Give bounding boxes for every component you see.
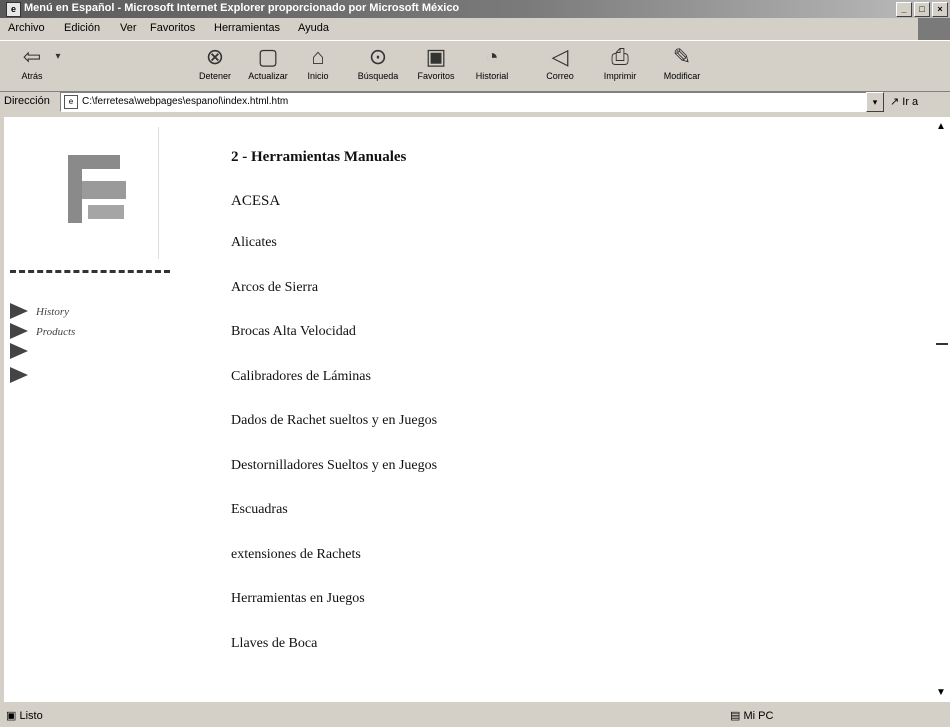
chevron-down-icon: ▾ — [55, 51, 61, 62]
category-link[interactable]: Destornilladores Sueltos y en Juegos — [231, 458, 437, 474]
mail-icon: ◁ — [551, 44, 569, 69]
category-link[interactable]: Llaves de Boca — [231, 636, 317, 652]
go-button[interactable]: ↗ Ir a — [890, 95, 918, 108]
ie-icon: e — [6, 2, 21, 17]
triangle-arrow-icon — [10, 303, 28, 319]
category-link[interactable]: Dados de Rachet sueltos y en Juegos — [231, 413, 437, 429]
home-button[interactable]: ⌂ Inicio — [288, 43, 348, 81]
address-value: C:\ferretesa\webpages\espanol\index.html… — [82, 96, 289, 107]
security-zone: ▤ Mi PC — [730, 710, 774, 722]
search-icon: ⊙ — [368, 44, 388, 69]
favorites-button[interactable]: ▣ Favoritos — [406, 43, 466, 81]
maximize-button[interactable]: □ — [914, 2, 930, 17]
print-button[interactable]: ⎙ Imprimir — [590, 43, 650, 81]
category-link[interactable]: Calibradores de Láminas — [231, 369, 371, 385]
window-title: Menú en Español - Microsoft Internet Exp… — [24, 2, 460, 14]
menu-bar: Archivo Edición Ver Favoritos Herramient… — [0, 18, 950, 40]
status-text: ▣ Listo — [6, 710, 43, 722]
print-icon: ⎙ — [611, 44, 629, 69]
menu-herramientas[interactable]: Herramientas — [214, 22, 280, 34]
search-button[interactable]: ⊙ Búsqueda — [348, 43, 408, 81]
nav-item-3[interactable] — [10, 343, 170, 363]
triangle-arrow-icon — [10, 367, 28, 383]
nav-item-products[interactable]: Products — [10, 323, 170, 343]
address-dropdown-button[interactable]: ▾ — [866, 92, 884, 112]
stop-icon: ⊗ — [205, 44, 225, 69]
category-link[interactable]: Herramientas en Juegos — [231, 591, 365, 607]
triangle-arrow-icon — [10, 323, 28, 339]
close-button[interactable]: × — [932, 2, 948, 17]
go-arrow-icon: ↗ — [890, 96, 900, 108]
menu-archivo[interactable]: Archivo — [8, 22, 45, 34]
triangle-arrow-icon — [10, 343, 28, 359]
menu-favoritos[interactable]: Favoritos — [150, 22, 195, 34]
title-bar[interactable]: e Menú en Español - Microsoft Internet E… — [0, 0, 950, 18]
category-link[interactable]: Brocas Alta Velocidad — [231, 324, 356, 340]
history-button[interactable]: ◔ Historial — [462, 43, 522, 81]
windows-logo-icon — [918, 18, 950, 40]
menu-ver[interactable]: Ver — [120, 22, 137, 34]
toolbar: ⇦ Atrás ▾ ⊗ Detener ▢ Actualizar ⌂ Inici… — [0, 40, 950, 92]
scroll-up-icon[interactable]: ▲ — [936, 121, 946, 132]
address-input[interactable]: e C:\ferretesa\webpages\espanol\index.htm… — [60, 92, 868, 112]
stop-button[interactable]: ⊗ Detener — [185, 43, 245, 81]
nav-item-4[interactable] — [10, 367, 170, 387]
logo-divider — [10, 270, 170, 276]
back-dropdown-button[interactable]: ▾ — [48, 43, 68, 71]
brand-name: ACESA — [231, 193, 281, 209]
home-icon: ⌂ — [311, 44, 325, 69]
page-heading: 2 - Herramientas Manuales — [231, 149, 407, 165]
status-bar: ▣ Listo ▤ Mi PC — [0, 703, 950, 727]
address-bar: Dirección e C:\ferretesa\webpages\espanol… — [0, 90, 950, 114]
category-link[interactable]: Arcos de Sierra — [231, 280, 318, 296]
scroll-thumb[interactable] — [936, 343, 948, 345]
mail-button[interactable]: ◁ Correo — [530, 43, 590, 81]
edit-icon: ✎ — [672, 44, 692, 69]
page-content: History Products 2 - Herramientas Manual… — [4, 117, 932, 702]
history-icon: ◔ — [485, 44, 499, 69]
scroll-down-icon[interactable]: ▼ — [936, 687, 946, 698]
edit-button[interactable]: ✎ Modificar — [652, 43, 712, 81]
menu-edicion[interactable]: Edición — [64, 22, 100, 34]
vertical-scrollbar[interactable]: ▲ ▼ — [932, 117, 950, 702]
site-logo — [14, 127, 159, 259]
category-link[interactable]: Alicates — [231, 235, 277, 251]
page-status-icon: ▣ — [6, 710, 17, 722]
nav-item-history[interactable]: History — [10, 303, 170, 323]
logo-icon — [68, 155, 126, 223]
menu-ayuda[interactable]: Ayuda — [298, 22, 329, 34]
minimize-button[interactable]: _ — [896, 2, 912, 17]
address-label: Dirección — [4, 95, 50, 107]
favorites-folder-icon: ▣ — [425, 44, 447, 69]
computer-icon: ▤ — [730, 710, 741, 722]
page-icon: e — [64, 95, 78, 109]
category-link[interactable]: extensiones de Rachets — [231, 547, 361, 563]
browser-window: e Menú en Español - Microsoft Internet E… — [0, 0, 950, 727]
category-link[interactable]: Escuadras — [231, 502, 288, 518]
